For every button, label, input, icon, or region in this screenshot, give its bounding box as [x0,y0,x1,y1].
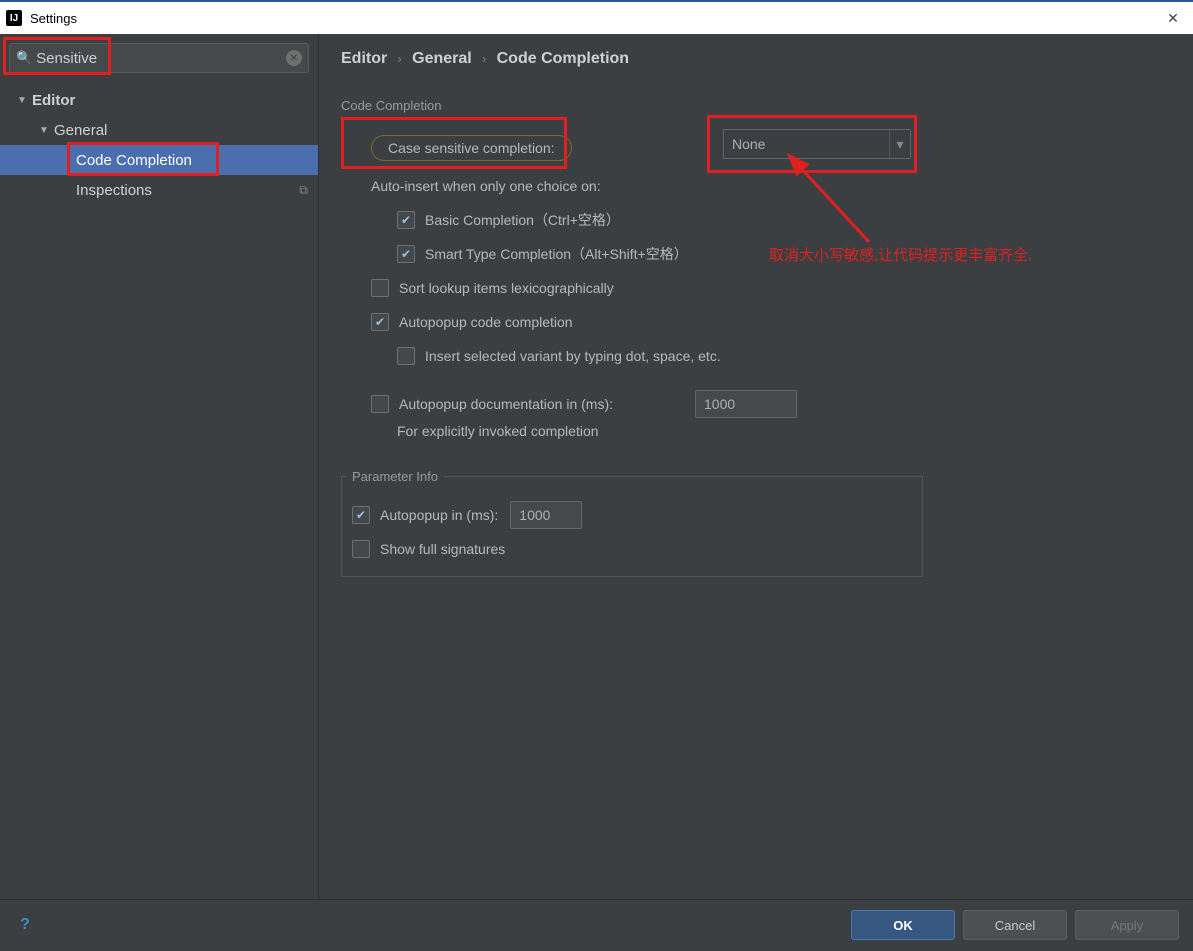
breadcrumb: Editor › General › Code Completion [341,50,1171,68]
autopopup-param-ms-input[interactable]: 1000 [510,501,582,529]
section-legend: Code Completion [335,98,447,113]
checkbox-icon [371,395,389,413]
checkbox-label: Sort lookup items lexicographically [399,280,614,296]
checkbox-autopopup-doc[interactable]: Autopopup documentation in (ms): 1000 [341,387,921,421]
tree-label: Code Completion [76,152,192,169]
section-parameter-info: Parameter Info Autopopup in (ms): 1000 S… [341,469,923,577]
auto-insert-label: Auto-insert when only one choice on: [371,178,601,194]
checkbox-icon [371,279,389,297]
input-value: 1000 [519,507,550,523]
tree-node-inspections[interactable]: Inspections ⧉ [0,175,318,205]
checkbox-icon [397,245,415,263]
search-icon: 🔍 [16,50,32,66]
button-label: Apply [1111,918,1144,933]
clear-search-icon[interactable]: ✕ [286,50,302,66]
annotation-text: 取消大小写敏感,让代码提示更丰富齐全. [769,244,1032,265]
autopopup-doc-ms-input[interactable]: 1000 [695,390,797,418]
help-icon[interactable]: ? [14,914,36,936]
search-input[interactable]: 🔍 Sensitive ✕ [9,43,309,73]
tree-node-editor[interactable]: ▼ Editor [0,85,318,115]
breadcrumb-part[interactable]: General [412,50,472,67]
case-sensitive-label: Case sensitive completion: [371,135,572,161]
tree-label: Editor [32,92,75,109]
bottom-bar: ? OK Cancel Apply [0,899,1193,950]
checkbox-label: Autopopup documentation in (ms): [399,396,613,412]
sidebar: 🔍 Sensitive ✕ ▼ Editor ▼ General Code Co… [0,34,319,899]
checkbox-icon [352,506,370,524]
checkbox-icon [371,313,389,331]
tree-node-general[interactable]: ▼ General [0,115,318,145]
checkbox-label: Smart Type Completion（Alt+Shift+空格） [425,244,688,264]
chevron-down-icon: ▼ [16,95,28,106]
app-icon: IJ [6,10,22,26]
checkbox-icon [397,347,415,365]
checkbox-insert-variant[interactable]: Insert selected variant by typing dot, s… [341,339,921,373]
hint-text: For explicitly invoked completion [397,423,599,439]
annotation-arrow [779,152,899,252]
window-title: Settings [30,11,77,26]
button-label: OK [893,918,913,933]
search-value: Sensitive [36,50,286,67]
checkbox-autopopup-param[interactable]: Autopopup in (ms): 1000 [352,498,912,532]
checkbox-label: Basic Completion（Ctrl+空格） [425,210,620,230]
section-legend: Parameter Info [346,469,444,484]
settings-tree: ▼ Editor ▼ General Code Completion Inspe… [0,85,318,205]
cancel-button[interactable]: Cancel [963,910,1067,940]
checkbox-sort-lookup[interactable]: Sort lookup items lexicographically [341,271,921,305]
checkbox-autopopup-code[interactable]: Autopopup code completion [341,305,921,339]
checkbox-icon [352,540,370,558]
button-label: Cancel [995,918,1035,933]
breadcrumb-part: Code Completion [497,50,629,67]
tree-node-code-completion[interactable]: Code Completion [0,145,318,175]
chevron-right-icon: › [392,52,408,66]
checkbox-label: Insert selected variant by typing dot, s… [425,348,721,364]
tree-label: General [54,122,107,139]
titlebar: IJ Settings ✕ [0,2,1193,34]
chevron-right-icon: › [476,52,492,66]
checkbox-icon [397,211,415,229]
close-icon[interactable]: ✕ [1159,4,1187,32]
section-code-completion: Code Completion Case sensitive completio… [341,98,931,451]
apply-button[interactable]: Apply [1075,910,1179,940]
breadcrumb-part[interactable]: Editor [341,50,387,67]
checkbox-label: Autopopup code completion [399,314,573,330]
chevron-down-icon: ▼ [38,125,50,136]
input-value: 1000 [704,396,735,412]
copy-icon[interactable]: ⧉ [299,183,308,198]
checkbox-label: Show full signatures [380,541,505,557]
content-pane: Editor › General › Code Completion Code … [319,34,1193,899]
ok-button[interactable]: OK [851,910,955,940]
dropdown-value: None [732,136,765,152]
tree-label: Inspections [76,182,152,199]
checkbox-full-signatures[interactable]: Show full signatures [352,532,912,566]
checkbox-label: Autopopup in (ms): [380,507,498,523]
